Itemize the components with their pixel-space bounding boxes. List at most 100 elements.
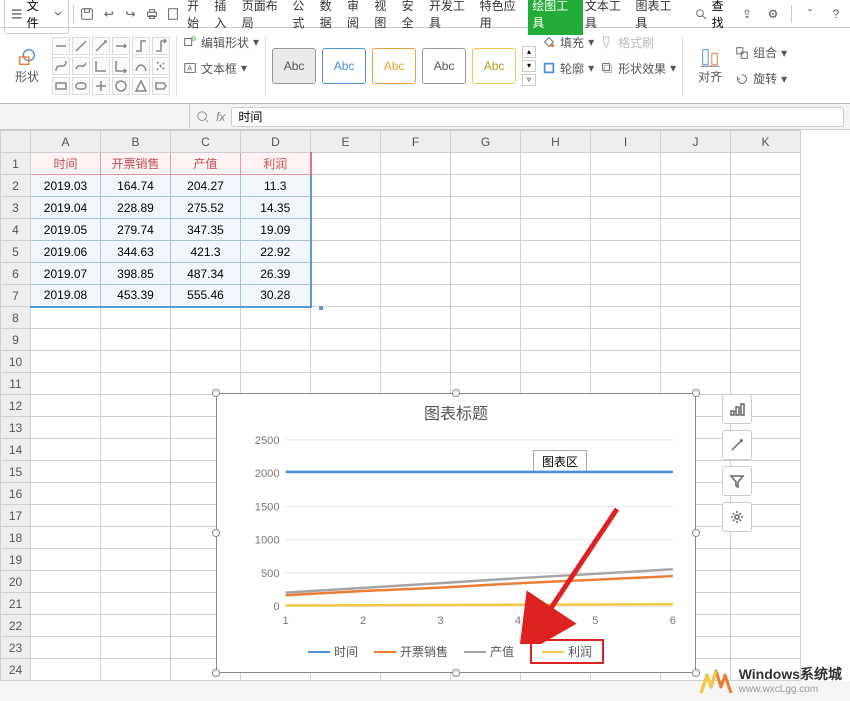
cell[interactable] — [521, 373, 591, 395]
cell[interactable] — [381, 175, 451, 197]
cell[interactable] — [171, 373, 241, 395]
legend-item-output[interactable]: 产值 — [464, 639, 514, 664]
print-icon[interactable] — [142, 4, 161, 24]
cell[interactable] — [381, 373, 451, 395]
cell[interactable] — [241, 373, 311, 395]
resize-handle-e[interactable] — [692, 529, 700, 537]
tab-start[interactable]: 开始 — [185, 0, 212, 35]
cell[interactable] — [661, 197, 731, 219]
collapse-ribbon-icon[interactable]: ˇ — [800, 4, 820, 24]
style-gray[interactable]: Abc — [422, 48, 466, 84]
cell[interactable] — [101, 571, 171, 593]
cell[interactable] — [31, 439, 101, 461]
cell[interactable] — [521, 241, 591, 263]
row-header[interactable]: 9 — [1, 329, 31, 351]
cell[interactable] — [521, 307, 591, 329]
settings-icon[interactable]: ⚙ — [763, 4, 783, 24]
shape-effects-button[interactable]: 形状效果 ▾ — [600, 58, 676, 78]
cell[interactable] — [101, 549, 171, 571]
cell[interactable] — [731, 175, 801, 197]
row-header[interactable]: 17 — [1, 505, 31, 527]
cell[interactable] — [241, 329, 311, 351]
col-header[interactable]: H — [521, 131, 591, 153]
row-header[interactable]: 14 — [1, 439, 31, 461]
legend-item-time[interactable]: 时间 — [308, 639, 358, 664]
cell[interactable] — [101, 439, 171, 461]
cell[interactable] — [451, 175, 521, 197]
cell[interactable] — [451, 329, 521, 351]
chart-object[interactable]: 图表标题 图表区 05001000150020002500123456 时间 开… — [216, 393, 696, 673]
row-header[interactable]: 16 — [1, 483, 31, 505]
cell[interactable]: 时间 — [31, 153, 101, 175]
style-orange[interactable]: Abc — [372, 48, 416, 84]
cell[interactable] — [101, 527, 171, 549]
cell[interactable] — [731, 329, 801, 351]
cell[interactable] — [591, 329, 661, 351]
cell[interactable] — [521, 153, 591, 175]
undo-icon[interactable]: ↩ — [99, 4, 118, 24]
cell[interactable]: 228.89 — [101, 197, 171, 219]
cell[interactable] — [101, 395, 171, 417]
cell[interactable]: 421.3 — [171, 241, 241, 263]
cell[interactable] — [661, 263, 731, 285]
cell[interactable] — [731, 593, 801, 615]
cell[interactable]: 19.09 — [241, 219, 311, 241]
cell[interactable] — [731, 263, 801, 285]
col-header[interactable]: A — [31, 131, 101, 153]
cell[interactable] — [31, 571, 101, 593]
cell[interactable] — [451, 219, 521, 241]
cell[interactable] — [171, 307, 241, 329]
cell[interactable] — [731, 571, 801, 593]
cell[interactable]: 2019.05 — [31, 219, 101, 241]
cell[interactable] — [311, 241, 381, 263]
col-header[interactable]: I — [591, 131, 661, 153]
cell[interactable] — [311, 263, 381, 285]
row-header[interactable]: 7 — [1, 285, 31, 307]
cell[interactable] — [381, 241, 451, 263]
line-palette[interactable] — [52, 37, 170, 95]
cell[interactable]: 30.28 — [241, 285, 311, 307]
cell[interactable] — [591, 285, 661, 307]
cell[interactable] — [101, 505, 171, 527]
resize-handle-ne[interactable] — [692, 389, 700, 397]
cell[interactable] — [311, 175, 381, 197]
chart-filter-button[interactable] — [722, 466, 752, 496]
cell[interactable]: 344.63 — [101, 241, 171, 263]
cell[interactable] — [381, 263, 451, 285]
cell[interactable] — [591, 263, 661, 285]
row-header[interactable]: 23 — [1, 637, 31, 659]
col-header[interactable]: B — [101, 131, 171, 153]
cell[interactable] — [661, 175, 731, 197]
cell[interactable] — [381, 351, 451, 373]
row-header[interactable]: 8 — [1, 307, 31, 329]
legend-item-sales[interactable]: 开票销售 — [374, 639, 448, 664]
edit-shape-button[interactable]: 编辑形状 ▾ — [183, 32, 259, 52]
cell[interactable] — [381, 307, 451, 329]
cell[interactable]: 26.39 — [241, 263, 311, 285]
tab-chart-tools[interactable]: 图表工具 — [633, 0, 684, 35]
cell[interactable]: 555.46 — [171, 285, 241, 307]
shape-button[interactable]: 形状 — [6, 35, 48, 97]
cell[interactable] — [31, 505, 101, 527]
cell[interactable] — [311, 351, 381, 373]
row-header[interactable]: 12 — [1, 395, 31, 417]
row-header[interactable]: 3 — [1, 197, 31, 219]
cell[interactable] — [731, 197, 801, 219]
cell[interactable] — [311, 197, 381, 219]
cell[interactable]: 11.3 — [241, 175, 311, 197]
search-button[interactable]: 查找 — [694, 0, 735, 31]
preview-icon[interactable] — [164, 4, 183, 24]
col-header[interactable]: D — [241, 131, 311, 153]
resize-handle-s[interactable] — [452, 669, 460, 677]
cell[interactable] — [591, 307, 661, 329]
cell[interactable] — [101, 351, 171, 373]
row-header[interactable]: 6 — [1, 263, 31, 285]
row-header[interactable]: 24 — [1, 659, 31, 681]
cell[interactable]: 453.39 — [101, 285, 171, 307]
row-header[interactable]: 13 — [1, 417, 31, 439]
tab-pagelayout[interactable]: 页面布局 — [240, 0, 291, 35]
row-header[interactable]: 15 — [1, 461, 31, 483]
cell[interactable] — [591, 153, 661, 175]
share-icon[interactable]: ⇪ — [737, 4, 757, 24]
cell[interactable] — [661, 285, 731, 307]
